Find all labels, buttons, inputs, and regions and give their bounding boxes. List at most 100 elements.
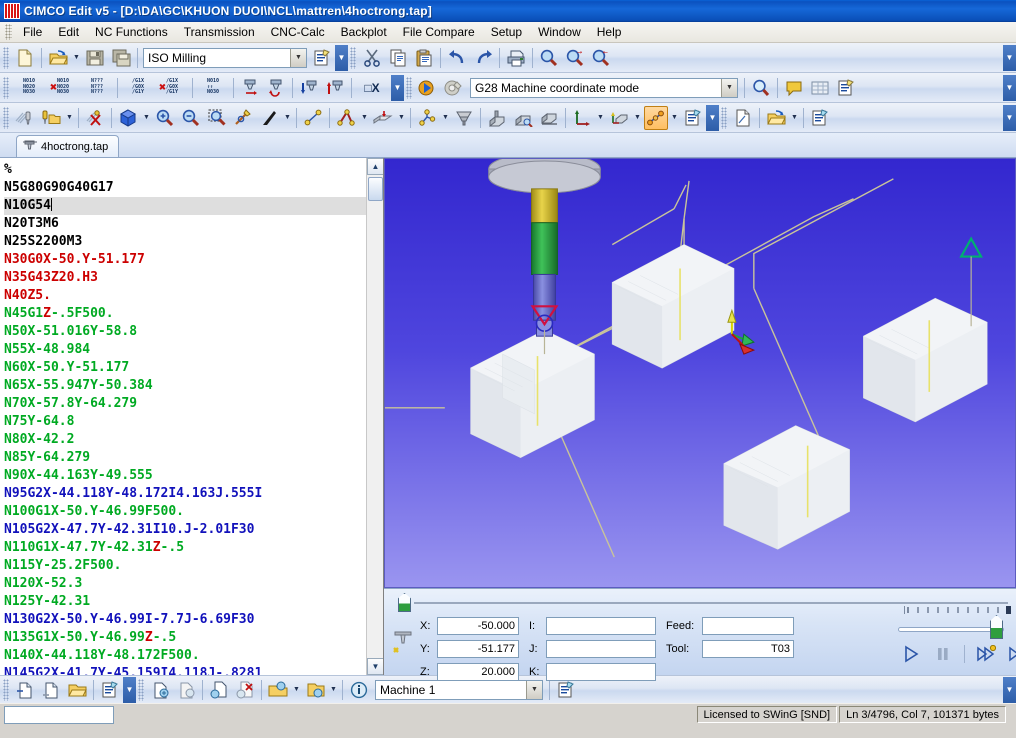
zoom-in-button[interactable] (153, 106, 177, 130)
xy-toggle-button[interactable]: □X (356, 76, 388, 100)
open-file-dropdown-arrow[interactable]: ▼ (71, 47, 82, 69)
speed-track[interactable] (898, 627, 1004, 632)
open-recent-button[interactable] (764, 106, 788, 130)
zoom-out-button[interactable] (179, 106, 203, 130)
print-preview-button[interactable] (731, 106, 755, 130)
pause-button[interactable] (932, 643, 954, 665)
code-line[interactable]: N135G1X-50.Y-46.99Z-.5 (4, 629, 366, 647)
solid-stack-button[interactable] (537, 106, 561, 130)
menu-item-backplot[interactable]: Backplot (333, 23, 395, 41)
toolbar3b-overflow-button[interactable]: ▼ (1003, 105, 1016, 131)
node-path-dropdown-arrow[interactable]: ▼ (440, 107, 451, 129)
dnc-folder-button[interactable] (65, 678, 89, 702)
menu-item-edit[interactable]: Edit (50, 23, 87, 41)
x-input[interactable]: -50.000 (437, 617, 519, 635)
tool-path-forward-button[interactable] (238, 76, 262, 100)
line-measure-dropdown-arrow[interactable]: ▼ (359, 107, 370, 129)
find-prev-button[interactable]: ← (589, 46, 613, 70)
nc-mode-combo[interactable]: G28 Machine coordinate mode ▼ (470, 78, 738, 98)
j-input[interactable] (546, 640, 656, 658)
remove-numbers-button[interactable]: N010N020N030 ✖ (47, 76, 79, 100)
dnc-settings-button[interactable] (98, 678, 122, 702)
tool-down-button[interactable] (297, 76, 321, 100)
y-input[interactable]: -51.177 (437, 640, 519, 658)
transmit-receive-button[interactable] (174, 678, 198, 702)
paste-button[interactable] (412, 46, 436, 70)
solid-model-button[interactable] (485, 106, 509, 130)
i-input[interactable] (546, 617, 656, 635)
menu-item-window[interactable]: Window (530, 23, 589, 41)
code-line[interactable]: N65X-55.947Y-50.384 (4, 377, 366, 395)
bottom-overflow-button[interactable]: ▼ (123, 677, 136, 703)
code-line[interactable]: N25S2200M3 (4, 233, 366, 251)
backplot-properties-button[interactable] (681, 106, 705, 130)
cut-button[interactable] (360, 46, 384, 70)
code-line[interactable]: N30G0X-50.Y-51.177 (4, 251, 366, 269)
scroll-down-button[interactable]: ▼ (367, 658, 384, 675)
section-view-button[interactable] (371, 106, 395, 130)
menu-item-cnc-calc[interactable]: CNC-Calc (263, 23, 333, 41)
open-file-button[interactable] (46, 46, 70, 70)
toolbar-gripper[interactable] (3, 679, 9, 701)
menu-item-setup[interactable]: Setup (483, 23, 530, 41)
transmit-send-button[interactable] (148, 678, 172, 702)
toolbar2b-overflow-button[interactable]: ▼ (1003, 75, 1016, 101)
iso-view-button[interactable] (607, 106, 631, 130)
toolbar-gripper[interactable] (406, 77, 412, 99)
code-line[interactable]: N110G1X-47.7Y-42.31Z-.5 (4, 539, 366, 557)
menu-item-nc-functions[interactable]: NC Functions (87, 23, 176, 41)
machine-type-combo[interactable]: ISO Milling ▼ (143, 48, 307, 68)
tool-path-reverse-button[interactable] (264, 76, 288, 100)
fast-forward-button[interactable] (1007, 643, 1016, 665)
backplot-settings-button[interactable] (442, 76, 466, 100)
copy-button[interactable] (386, 46, 410, 70)
toolpath-highlight-button[interactable] (644, 106, 668, 130)
tool-library-dropdown-arrow[interactable]: ▼ (64, 107, 75, 129)
nc-code-editor[interactable]: %N5G80G90G40G17N10G54N20T3M6N25S2200M3N3… (0, 158, 384, 675)
undo-button[interactable] (445, 46, 469, 70)
code-line[interactable]: N40Z5. (4, 287, 366, 305)
save-file-button[interactable] (83, 46, 107, 70)
solid-view-dropdown-arrow[interactable]: ▼ (141, 107, 152, 129)
code-line[interactable]: N115Y-25.2F500. (4, 557, 366, 575)
code-line[interactable]: N35G43Z20.H3 (4, 269, 366, 287)
show-toolpath-button[interactable] (13, 106, 37, 130)
chevron-down-icon[interactable]: ▼ (721, 79, 737, 97)
tool-input[interactable]: T03 (702, 640, 794, 658)
toolbar-gripper[interactable] (721, 107, 727, 129)
toolbar1b-overflow-button[interactable]: ▼ (1003, 45, 1016, 71)
editor-vertical-scrollbar[interactable]: ▲ ▼ (366, 158, 383, 675)
file-settings-button[interactable] (310, 46, 334, 70)
renumber-question-button[interactable]: N???N???N??? (81, 76, 113, 100)
backplot-3d-view[interactable] (384, 158, 1016, 588)
dynamic-rotate-button[interactable] (257, 106, 281, 130)
code-line[interactable]: N5G80G90G40G17 (4, 179, 366, 197)
code-line[interactable]: N85Y-64.279 (4, 449, 366, 467)
tool-up-button[interactable] (323, 76, 347, 100)
measure-button[interactable] (231, 106, 255, 130)
nc-help-button[interactable] (782, 76, 806, 100)
clear-toolpath-button[interactable] (83, 106, 107, 130)
section-dropdown-arrow[interactable]: ▼ (396, 107, 407, 129)
insert-block-skip-button[interactable]: /G1X/G0X/G1Y (122, 76, 154, 100)
editor-properties-button[interactable] (808, 106, 832, 130)
solid-compare-button[interactable] (511, 106, 535, 130)
nc-table-button[interactable] (808, 76, 832, 100)
rotate-dropdown-arrow[interactable]: ▼ (282, 107, 293, 129)
code-line[interactable]: N145G2X-41.7Y-45.159I4.118J-.8281 (4, 665, 366, 675)
code-line[interactable]: N120X-52.3 (4, 575, 366, 593)
iso-dropdown-arrow[interactable]: ▼ (632, 107, 643, 129)
renumber-button[interactable]: N010N020N030 (13, 76, 45, 100)
scroll-thumb[interactable] (368, 177, 383, 201)
menu-item-file-compare[interactable]: File Compare (395, 23, 483, 41)
code-line[interactable]: N70X-57.8Y-64.279 (4, 395, 366, 413)
zoom-window-button[interactable] (205, 106, 229, 130)
code-line[interactable]: N45G1Z-.5F500. (4, 305, 366, 323)
tool-library-button[interactable] (39, 106, 63, 130)
remove-block-skip-button[interactable]: /G1X/G0X/G1Y ✖ (156, 76, 188, 100)
axis-view-button[interactable] (570, 106, 594, 130)
transmit-open-button[interactable] (266, 678, 290, 702)
bottom-overflow2-button[interactable]: ▼ (1003, 677, 1016, 703)
nc-properties-button[interactable] (834, 76, 858, 100)
new-file-button[interactable] (13, 46, 37, 70)
